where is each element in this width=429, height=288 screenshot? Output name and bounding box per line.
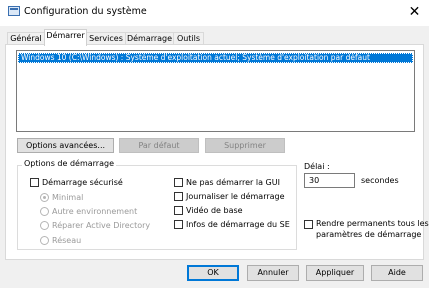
delete-button[interactable]: Supprimer [205,138,285,153]
close-button[interactable]: ✕ [400,0,429,24]
boot-options-label: Options de démarrage [22,159,116,168]
no-gui-checkbox[interactable] [174,178,183,187]
timeout-input[interactable]: 30 [304,173,355,188]
set-default-button[interactable]: Par défaut [119,138,199,153]
boot-log-checkbox[interactable] [174,192,183,201]
repair-ad-label: Réparer Active Directory [52,221,151,230]
network-radio[interactable] [40,236,49,245]
ok-button[interactable]: OK [187,265,239,281]
list-item[interactable]: Windows 10 (C:\Windows) : Système d'expl… [18,53,413,63]
advanced-options-button[interactable]: Options avancées... [17,138,114,153]
make-permanent-label-line2: paramètres de démarrage [316,230,422,239]
network-label: Réseau [52,236,82,245]
tab-boot[interactable]: Démarrer [44,29,87,46]
base-video-label: Vidéo de base [186,206,243,215]
os-info-label: Infos de démarrage du SE [186,220,290,229]
timeout-label: Délai : [304,162,330,171]
alternate-shell-radio[interactable] [40,207,49,216]
help-button[interactable]: Aide [371,265,423,281]
boot-entries-list[interactable]: Windows 10 (C:\Windows) : Système d'expl… [16,50,415,132]
boot-log-label: Journaliser le démarrage [186,192,285,201]
system-config-icon [8,6,20,16]
no-gui-label: Ne pas démarrer la GUI [186,178,280,187]
alternate-shell-label: Autre environnement [52,207,138,216]
cancel-button[interactable]: Annuler [247,265,299,281]
minimal-label: Minimal [52,193,84,202]
apply-button[interactable]: Appliquer [306,265,364,281]
safe-boot-label: Démarrage sécurisé [42,178,123,187]
base-video-checkbox[interactable] [174,206,183,215]
timeout-unit-label: secondes [361,176,399,185]
minimal-radio[interactable] [40,193,49,202]
os-info-checkbox[interactable] [174,220,183,229]
make-permanent-label-line1: Rendre permanents tous les [316,219,429,228]
window-title: Configuration du système [24,6,147,17]
make-permanent-checkbox[interactable] [304,220,313,229]
repair-ad-radio[interactable] [40,221,49,230]
safe-boot-checkbox[interactable] [30,178,39,187]
